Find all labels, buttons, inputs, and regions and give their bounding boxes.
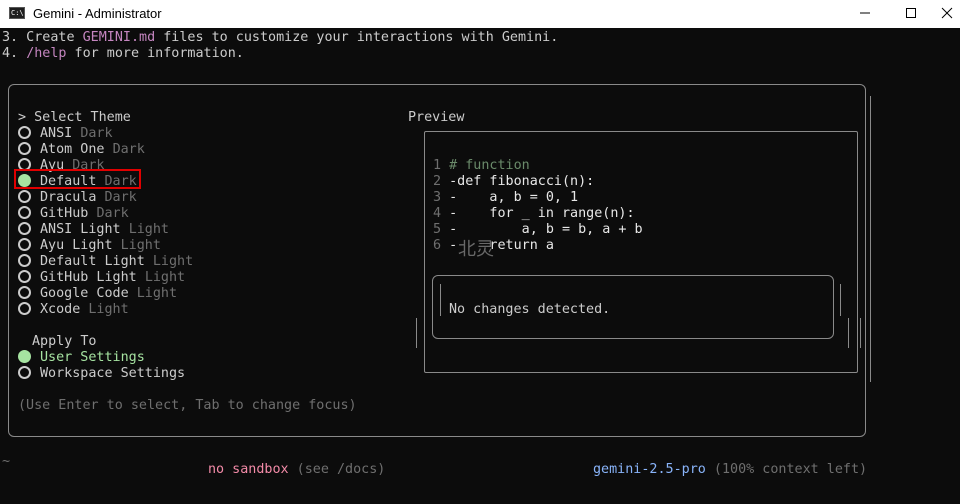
- theme-name: ANSI Light: [40, 222, 121, 237]
- theme-name: GitHub: [40, 206, 89, 221]
- theme-option-google-code[interactable]: Google Code Light: [40, 286, 177, 302]
- apply-radio-selected[interactable]: [18, 350, 31, 363]
- intro-line-4: 4. /help for more information.: [2, 46, 244, 62]
- close-icon: [941, 7, 953, 19]
- theme-type: Dark: [112, 142, 145, 157]
- apply-radio[interactable]: [18, 366, 31, 379]
- theme-option-ansi[interactable]: ANSI Dark: [40, 126, 113, 142]
- line-number: 3: [433, 190, 442, 205]
- theme-radio[interactable]: [18, 238, 31, 251]
- cwd-indicator: ~: [2, 454, 11, 469]
- theme-radio[interactable]: [18, 302, 31, 315]
- sandbox-hint: (see /docs): [288, 462, 386, 477]
- maximize-button[interactable]: [888, 0, 934, 28]
- select-theme-heading: > Select Theme: [18, 110, 131, 125]
- apply-to-heading: Apply To: [32, 334, 97, 349]
- theme-name: Atom One: [40, 142, 105, 157]
- theme-type: Light: [144, 270, 186, 285]
- apply-option-user-settings[interactable]: User Settings: [40, 350, 145, 366]
- minimize-icon: [860, 12, 870, 14]
- code-text: -def fibonacci(n):: [441, 174, 595, 189]
- model-status: gemini-2.5-pro (100% context left): [593, 462, 867, 478]
- line-number: 1: [433, 158, 442, 173]
- theme-name: Ayu Light: [40, 238, 113, 253]
- intro-text: 3. Create: [2, 30, 83, 45]
- apply-option-workspace-settings[interactable]: Workspace Settings: [40, 366, 185, 382]
- title-bar: C:\ Gemini - Administrator: [0, 0, 960, 28]
- line-number: 4: [433, 206, 442, 221]
- theme-radio[interactable]: [18, 126, 31, 139]
- code-text: - a, b = b, a + b: [441, 222, 643, 237]
- code-line: 1 # function: [433, 158, 530, 174]
- terminal-icon: C:\: [9, 7, 25, 19]
- frame-line: [440, 284, 441, 316]
- theme-option-dracula[interactable]: Dracula Dark: [40, 190, 137, 206]
- maximize-icon: [906, 8, 916, 18]
- intro-line-3: 3. Create GEMINI.md files to customize y…: [2, 30, 558, 46]
- theme-name: ANSI: [40, 126, 73, 141]
- minimize-button[interactable]: [842, 0, 888, 28]
- help-command: /help: [26, 46, 67, 61]
- theme-type: Light: [120, 238, 161, 253]
- theme-type: Light: [128, 222, 169, 237]
- theme-type: Dark: [96, 206, 129, 221]
- code-text: # function: [441, 158, 530, 173]
- theme-radio[interactable]: [18, 190, 31, 203]
- code-line: 5 - a, b = b, a + b: [433, 222, 643, 238]
- line-number: 2: [433, 174, 442, 189]
- theme-type: Light: [88, 302, 129, 317]
- close-button[interactable]: [934, 0, 960, 28]
- intro-text: files to customize your interactions wit…: [155, 30, 559, 45]
- sandbox-label: no sandbox: [208, 462, 289, 477]
- theme-option-github[interactable]: GitHub Dark: [40, 206, 129, 222]
- theme-name: Google Code: [40, 286, 129, 301]
- line-number: 5: [433, 222, 442, 237]
- theme-radio[interactable]: [18, 206, 31, 219]
- theme-radio[interactable]: [18, 270, 31, 283]
- theme-type: Light: [152, 254, 194, 269]
- diff-message: No changes detected.: [449, 302, 611, 317]
- theme-name: Xcode: [40, 302, 81, 317]
- keyboard-hint: (Use Enter to select, Tab to change focu…: [18, 398, 357, 413]
- selection-highlight-box: [14, 169, 141, 189]
- code-line: 3 - a, b = 0, 1: [433, 190, 578, 206]
- theme-name: GitHub Light: [40, 270, 137, 285]
- watermark: 北灵: [458, 239, 494, 260]
- theme-option-atom-one[interactable]: Atom One Dark: [40, 142, 145, 158]
- line-number: 6: [433, 238, 442, 253]
- gemini-md-filename: GEMINI.md: [82, 30, 156, 45]
- frame-line: [840, 284, 841, 316]
- code-text: - for _ in range(n):: [441, 206, 635, 221]
- theme-radio[interactable]: [18, 286, 31, 299]
- frame-line: [848, 318, 849, 348]
- code-line: 2 -def fibonacci(n):: [433, 174, 594, 190]
- frame-line: [870, 96, 871, 382]
- preview-heading: Preview: [408, 110, 465, 125]
- code-text: - a, b = 0, 1: [441, 190, 579, 205]
- frame-line: [860, 318, 861, 348]
- sandbox-status: no sandbox (see /docs): [208, 462, 385, 478]
- theme-option-default-light[interactable]: Default Light Light: [40, 254, 193, 270]
- frame-line: [416, 318, 417, 348]
- theme-radio[interactable]: [18, 254, 31, 267]
- theme-type: Dark: [80, 126, 113, 141]
- model-name: gemini-2.5-pro: [593, 462, 706, 477]
- theme-type: Dark: [104, 190, 137, 205]
- intro-text: for more information.: [66, 46, 244, 61]
- theme-name: Dracula: [40, 190, 97, 205]
- theme-type: Light: [136, 286, 178, 301]
- window-title: Gemini - Administrator: [33, 6, 162, 21]
- code-line: 4 - for _ in range(n):: [433, 206, 635, 222]
- theme-option-xcode[interactable]: Xcode Light: [40, 302, 129, 318]
- intro-text: 4.: [2, 46, 27, 61]
- context-remaining: (100% context left): [705, 462, 868, 477]
- theme-radio[interactable]: [18, 222, 31, 235]
- theme-option-ansi-light[interactable]: ANSI Light Light: [40, 222, 169, 238]
- theme-option-ayu-light[interactable]: Ayu Light Light: [40, 238, 161, 254]
- theme-name: Default Light: [40, 254, 145, 269]
- theme-radio[interactable]: [18, 142, 31, 155]
- theme-option-github-light[interactable]: GitHub Light Light: [40, 270, 185, 286]
